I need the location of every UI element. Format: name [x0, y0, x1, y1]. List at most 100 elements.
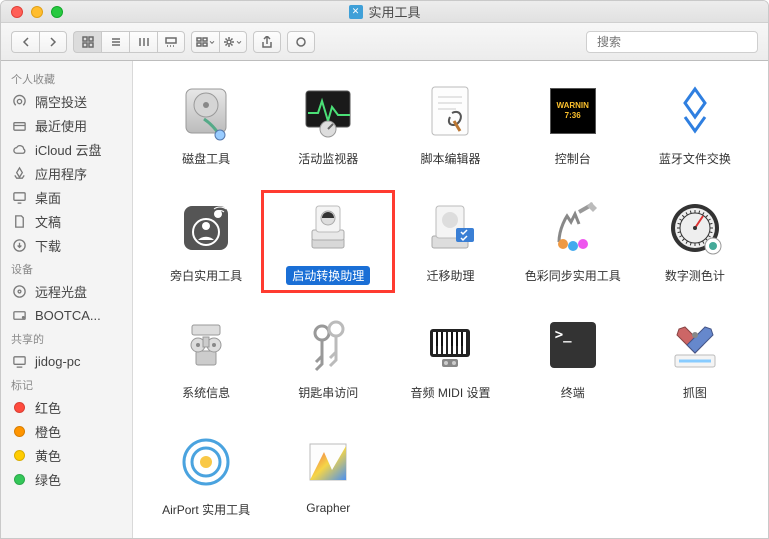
app-label: AirPort 实用工具	[156, 500, 256, 519]
sidebar-item-airdrop[interactable]: 隔空投送	[1, 89, 132, 113]
cloud-icon	[11, 141, 27, 157]
app-icon: WARNIN7:36	[541, 79, 605, 143]
minimize-button[interactable]	[31, 6, 43, 18]
app-icon	[418, 196, 482, 260]
back-button[interactable]	[11, 31, 39, 53]
content-area: 磁盘工具活动监视器脚本编辑器WARNIN7:36控制台蓝牙文件交换旁白实用工具启…	[133, 61, 768, 538]
title-text: 实用工具	[368, 2, 420, 21]
tag-dot-icon	[11, 399, 27, 415]
sidebar-tag[interactable]: 红色	[1, 395, 132, 419]
apps-icon	[11, 165, 27, 181]
app-icon	[296, 79, 360, 143]
tag-dot-icon	[11, 471, 27, 487]
tags-header: 标记	[1, 373, 132, 395]
app-label: 抓图	[677, 383, 713, 402]
app-icon	[174, 196, 238, 260]
app-icon	[541, 196, 605, 260]
shared-header: 共享的	[1, 327, 132, 349]
app-item[interactable]: 钥匙串访问	[269, 313, 387, 402]
action-button[interactable]	[219, 31, 247, 53]
close-button[interactable]	[11, 6, 23, 18]
search-input[interactable]	[597, 35, 752, 49]
sidebar-item-icloud[interactable]: iCloud 云盘	[1, 137, 132, 161]
gallery-view-button[interactable]	[157, 31, 185, 53]
window-title: ✕ 实用工具	[348, 2, 420, 21]
titlebar: ✕ 实用工具	[1, 1, 768, 23]
app-item[interactable]: 音频 MIDI 设置	[391, 313, 509, 402]
app-item[interactable]: 系统信息	[147, 313, 265, 402]
traffic-lights	[1, 6, 63, 18]
toolbar	[1, 23, 768, 61]
app-item[interactable]: 数字测色计	[636, 196, 754, 285]
desktop-icon	[11, 189, 27, 205]
app-item[interactable]: 迁移助理	[391, 196, 509, 285]
app-item[interactable]: 色彩同步实用工具	[514, 196, 632, 285]
app-item[interactable]: WARNIN7:36 控制台	[514, 79, 632, 168]
favorites-header: 个人收藏	[1, 67, 132, 89]
app-label: 音频 MIDI 设置	[404, 383, 496, 402]
app-icon	[663, 79, 727, 143]
app-label: 终端	[555, 383, 591, 402]
tag-dot-icon	[11, 447, 27, 463]
app-item[interactable]: >_ 终端	[514, 313, 632, 402]
column-view-button[interactable]	[129, 31, 157, 53]
app-item[interactable]: 抓图	[636, 313, 754, 402]
app-icon	[174, 430, 238, 494]
app-icon	[174, 313, 238, 377]
app-item[interactable]: 磁盘工具	[147, 79, 265, 168]
sidebar-item-desktop[interactable]: 桌面	[1, 185, 132, 209]
utilities-folder-icon: ✕	[348, 5, 362, 19]
devices-header: 设备	[1, 257, 132, 279]
forward-button[interactable]	[39, 31, 67, 53]
app-label: Grapher	[300, 500, 356, 516]
downloads-icon	[11, 237, 27, 253]
sidebar-item-shared-pc[interactable]: jidog-pc	[1, 349, 132, 373]
search-field[interactable]	[586, 31, 758, 53]
app-icon	[418, 313, 482, 377]
app-item[interactable]: 旁白实用工具	[147, 196, 265, 285]
app-item[interactable]: AirPort 实用工具	[147, 430, 265, 519]
app-label: 活动监视器	[292, 149, 364, 168]
sidebar-tag[interactable]: 绿色	[1, 467, 132, 491]
airdrop-icon	[11, 93, 27, 109]
app-item[interactable]: 蓝牙文件交换	[636, 79, 754, 168]
app-icon	[663, 313, 727, 377]
app-item[interactable]: 脚本编辑器	[391, 79, 509, 168]
app-icon	[418, 79, 482, 143]
app-label: 钥匙串访问	[292, 383, 364, 402]
tag-dot-icon	[11, 423, 27, 439]
list-view-button[interactable]	[101, 31, 129, 53]
sidebar-item-documents[interactable]: 文稿	[1, 209, 132, 233]
app-label: 蓝牙文件交换	[653, 149, 737, 168]
sidebar-item-recents[interactable]: 最近使用	[1, 113, 132, 137]
app-item[interactable]: Grapher	[269, 430, 387, 519]
app-item[interactable]: 活动监视器	[269, 79, 387, 168]
app-label: 旁白实用工具	[164, 266, 248, 285]
app-icon	[296, 430, 360, 494]
pc-icon	[11, 353, 27, 369]
icon-view-button[interactable]	[73, 31, 101, 53]
sidebar-item-downloads[interactable]: 下载	[1, 233, 132, 257]
documents-icon	[11, 213, 27, 229]
sidebar-tag[interactable]: 橙色	[1, 419, 132, 443]
sidebar-item-bootcamp[interactable]: BOOTCA...	[1, 303, 132, 327]
app-label: 迁移助理	[420, 266, 480, 285]
app-icon	[663, 196, 727, 260]
disc-icon	[11, 283, 27, 299]
sidebar-item-remote-disc[interactable]: 远程光盘	[1, 279, 132, 303]
app-label: 系统信息	[176, 383, 236, 402]
share-button[interactable]	[253, 31, 281, 53]
sidebar-item-apps[interactable]: 应用程序	[1, 161, 132, 185]
tags-button[interactable]	[287, 31, 315, 53]
app-label: 脚本编辑器	[414, 149, 486, 168]
app-icon: >_	[541, 313, 605, 377]
drive-icon	[11, 307, 27, 323]
app-label: 磁盘工具	[176, 149, 236, 168]
app-label: 数字测色计	[659, 266, 731, 285]
group-button[interactable]	[191, 31, 219, 53]
highlight-box	[261, 190, 395, 293]
app-label: 色彩同步实用工具	[519, 266, 627, 285]
app-label: 控制台	[549, 149, 597, 168]
zoom-button[interactable]	[51, 6, 63, 18]
sidebar-tag[interactable]: 黄色	[1, 443, 132, 467]
